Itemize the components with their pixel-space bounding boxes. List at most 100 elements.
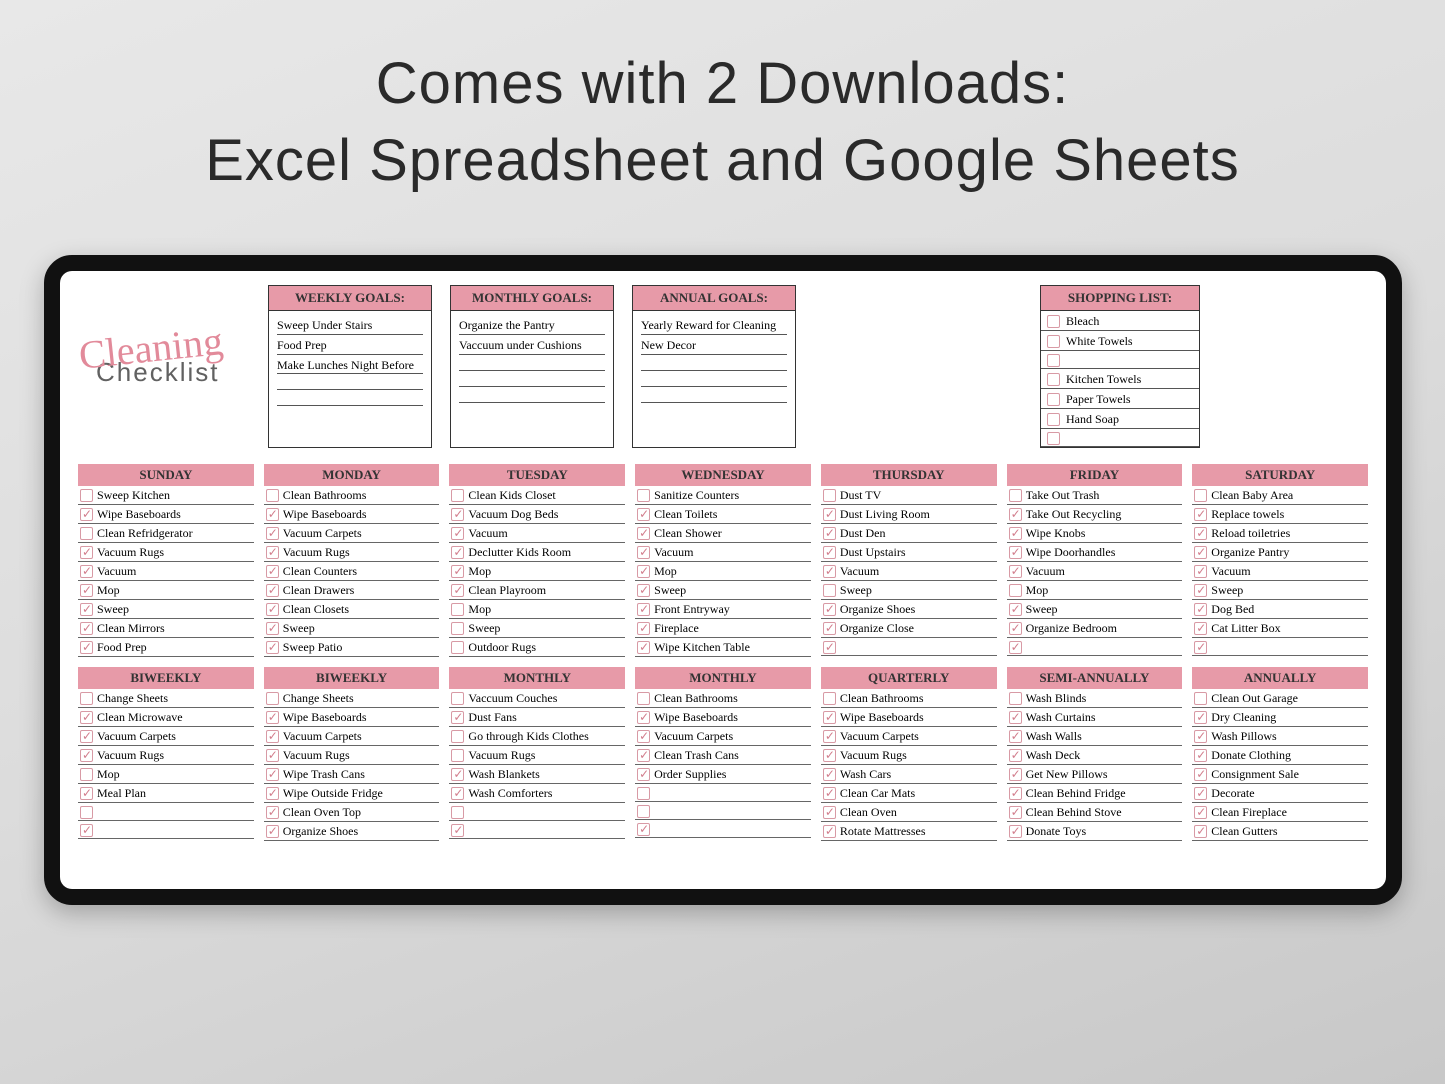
task-row[interactable] [635,802,811,820]
task-row[interactable]: Vacuum [449,524,625,543]
checkbox-icon[interactable] [1009,546,1022,559]
checkbox-icon[interactable] [80,768,93,781]
task-row[interactable]: Wipe Outside Fridge [264,784,440,803]
checkbox-icon[interactable] [823,584,836,597]
checkbox-icon[interactable] [1194,622,1207,635]
checkbox-icon[interactable] [451,584,464,597]
checkbox-icon[interactable] [80,584,93,597]
task-row[interactable]: Vacuum Rugs [264,543,440,562]
task-row[interactable]: Clean Mirrors [78,619,254,638]
task-row[interactable]: Sweep [449,619,625,638]
checkbox-icon[interactable] [1009,584,1022,597]
checkbox-icon[interactable] [451,768,464,781]
task-row[interactable]: Wash Blankets [449,765,625,784]
checkbox-icon[interactable] [823,622,836,635]
checkbox-icon[interactable] [451,806,464,819]
checkbox-icon[interactable] [1194,584,1207,597]
monthly-goal-line[interactable] [459,371,605,387]
checkbox-icon[interactable] [823,787,836,800]
task-row[interactable]: Sweep [78,600,254,619]
task-row[interactable]: Organize Bedroom [1007,619,1183,638]
checkbox-icon[interactable] [266,546,279,559]
task-row[interactable]: Consignment Sale [1192,765,1368,784]
checkbox-icon[interactable] [1009,749,1022,762]
task-row[interactable]: Wash Pillows [1192,727,1368,746]
checkbox-icon[interactable] [823,603,836,616]
checkbox-icon[interactable] [1009,825,1022,838]
checkbox-icon[interactable] [637,546,650,559]
task-row[interactable]: Clean Kids Closet [449,486,625,505]
checkbox-icon[interactable] [451,527,464,540]
task-row[interactable] [78,821,254,839]
task-row[interactable]: Dry Cleaning [1192,708,1368,727]
task-row[interactable]: Get New Pillows [1007,765,1183,784]
task-row[interactable]: Wipe Doorhandles [1007,543,1183,562]
checkbox-icon[interactable] [1194,787,1207,800]
checkbox-icon[interactable] [80,622,93,635]
checkbox-icon[interactable] [823,546,836,559]
checkbox-icon[interactable] [80,546,93,559]
checkbox-icon[interactable] [1194,806,1207,819]
checkbox-icon[interactable] [1047,432,1060,445]
checkbox-icon[interactable] [451,787,464,800]
checkbox-icon[interactable] [1009,806,1022,819]
task-row[interactable]: Clean Shower [635,524,811,543]
checkbox-icon[interactable] [1047,413,1060,426]
task-row[interactable]: Wash Curtains [1007,708,1183,727]
task-row[interactable]: Clean Refridgerator [78,524,254,543]
task-row[interactable]: Clean Oven Top [264,803,440,822]
checkbox-icon[interactable] [823,711,836,724]
task-row[interactable]: Fireplace [635,619,811,638]
task-row[interactable]: Vacuum [1007,562,1183,581]
checkbox-icon[interactable] [1009,768,1022,781]
checkbox-icon[interactable] [451,711,464,724]
task-row[interactable]: Wash Deck [1007,746,1183,765]
task-row[interactable]: Wipe Baseboards [264,708,440,727]
task-row[interactable] [635,820,811,838]
checkbox-icon[interactable] [1009,641,1022,654]
task-row[interactable]: Mop [1007,581,1183,600]
task-row[interactable]: Sweep Patio [264,638,440,657]
checkbox-icon[interactable] [1047,354,1060,367]
checkbox-icon[interactable] [823,692,836,705]
shopping-item[interactable]: White Towels [1041,331,1199,351]
checkbox-icon[interactable] [1009,489,1022,502]
monthly-goal-line[interactable]: Vaccuum under Cushions [459,335,605,355]
checkbox-icon[interactable] [80,565,93,578]
task-row[interactable]: Sweep [635,581,811,600]
checkbox-icon[interactable] [823,730,836,743]
checkbox-icon[interactable] [823,641,836,654]
task-row[interactable]: Organize Shoes [264,822,440,841]
checkbox-icon[interactable] [1047,373,1060,386]
task-row[interactable]: Clean Microwave [78,708,254,727]
task-row[interactable]: Clean Bathrooms [264,486,440,505]
task-row[interactable] [78,803,254,821]
shopping-item[interactable] [1041,351,1199,369]
task-row[interactable]: Wipe Knobs [1007,524,1183,543]
task-row[interactable]: Declutter Kids Room [449,543,625,562]
task-row[interactable]: Mop [449,562,625,581]
weekly-goal-line[interactable] [277,374,423,390]
checkbox-icon[interactable] [266,527,279,540]
checkbox-icon[interactable] [637,489,650,502]
task-row[interactable]: Clean Gutters [1192,822,1368,841]
checkbox-icon[interactable] [266,603,279,616]
checkbox-icon[interactable] [637,565,650,578]
task-row[interactable]: Front Entryway [635,600,811,619]
checkbox-icon[interactable] [266,825,279,838]
checkbox-icon[interactable] [637,527,650,540]
checkbox-icon[interactable] [451,692,464,705]
annual-goal-line[interactable] [641,355,787,371]
task-row[interactable]: Vacuum Carpets [78,727,254,746]
task-row[interactable]: Meal Plan [78,784,254,803]
task-row[interactable]: Change Sheets [264,689,440,708]
checkbox-icon[interactable] [266,584,279,597]
task-row[interactable]: Clean Drawers [264,581,440,600]
checkbox-icon[interactable] [1194,489,1207,502]
shopping-item[interactable]: Kitchen Towels [1041,369,1199,389]
task-row[interactable]: Dust Upstairs [821,543,997,562]
task-row[interactable]: Wipe Baseboards [78,505,254,524]
task-row[interactable]: Go through Kids Clothes [449,727,625,746]
checkbox-icon[interactable] [266,711,279,724]
task-row[interactable]: Replace towels [1192,505,1368,524]
